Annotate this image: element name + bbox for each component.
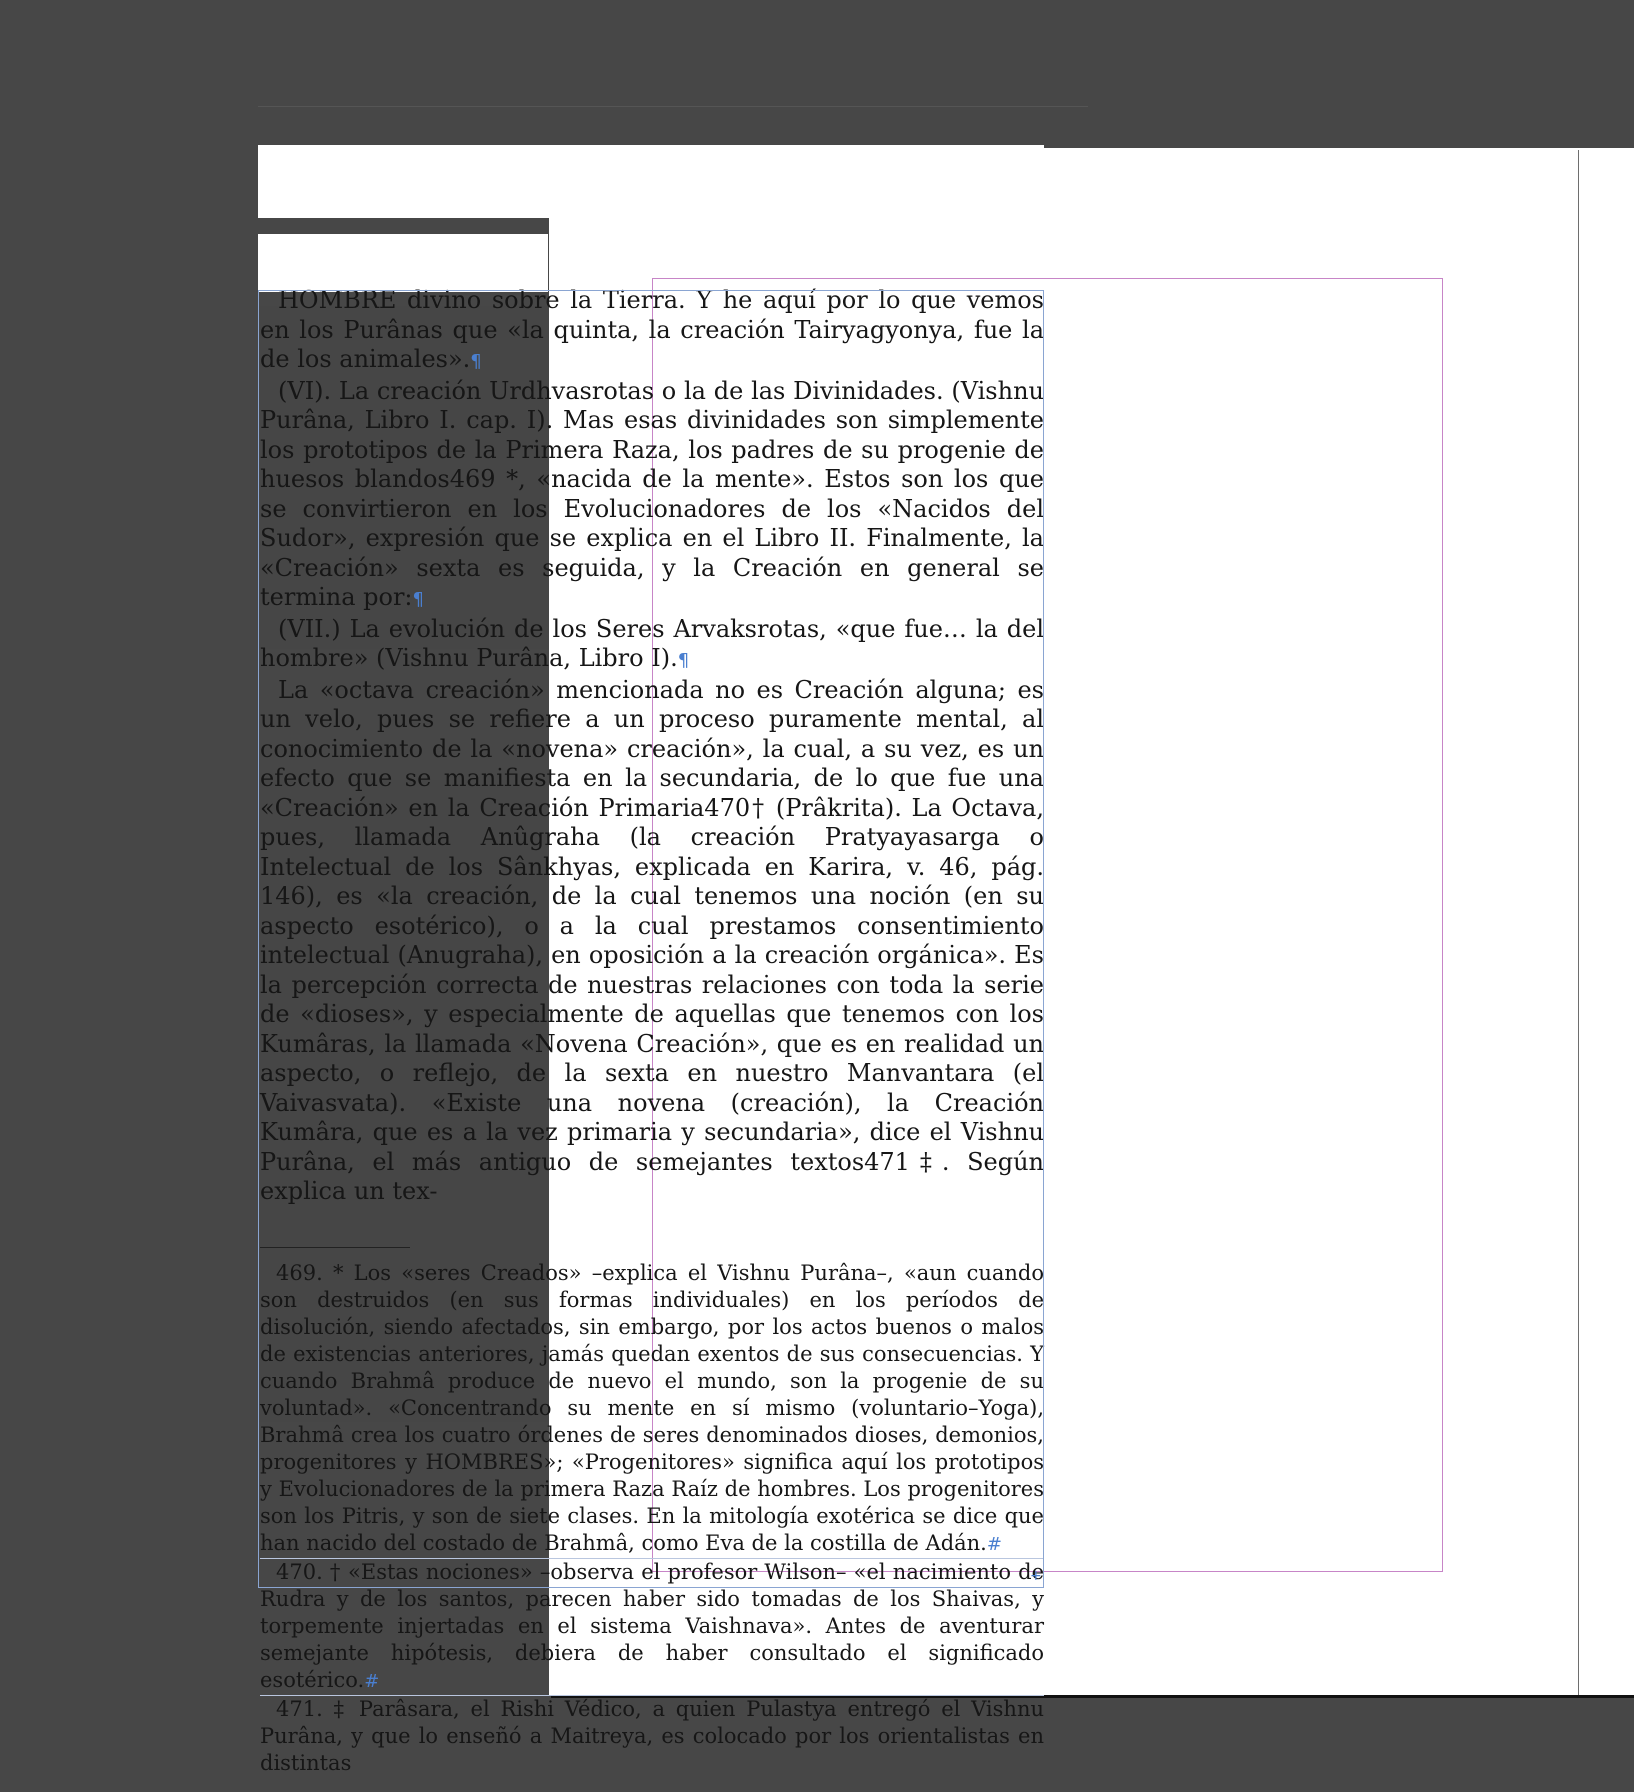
page-spread-edge <box>1578 150 1579 1695</box>
footnote-471: 471. ‡ Parâsara, el Rishi Védico, a quie… <box>260 1696 1044 1775</box>
ruler-guide <box>258 106 1088 107</box>
text-frame-outline[interactable] <box>258 290 1044 1588</box>
overset-text-icon[interactable]: + <box>1030 1568 1042 1584</box>
back-page-strip <box>258 234 548 292</box>
end-of-story-mark: # <box>364 1670 380 1692</box>
